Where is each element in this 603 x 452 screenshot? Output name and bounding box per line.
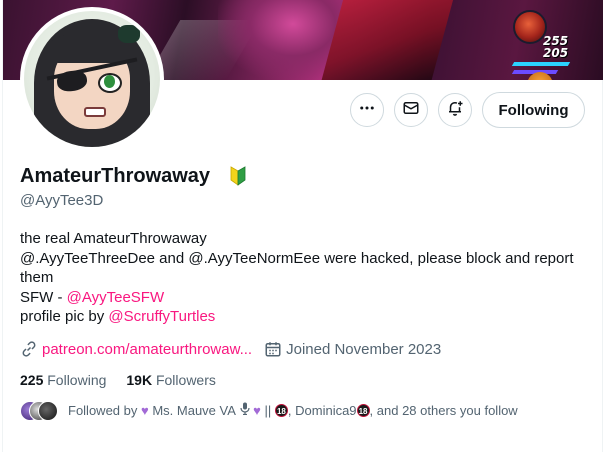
- link-icon: [20, 340, 38, 358]
- website-item: patreon.com/amateurthrowaw...: [20, 340, 252, 358]
- bio-line: profile pic by @ScruffyTurtles: [20, 307, 585, 327]
- microphone-icon: [239, 402, 250, 418]
- hud-bar: [511, 62, 571, 66]
- more-button[interactable]: [350, 93, 384, 127]
- mention-link-artist[interactable]: @ScruffyTurtles: [108, 308, 215, 325]
- following-count: 225: [20, 372, 44, 388]
- followers-count: 19K: [126, 372, 153, 388]
- follower-avatars: [20, 401, 60, 421]
- mention-link-sfw[interactable]: @AyyTeeSFW: [67, 289, 164, 306]
- more-icon: [358, 99, 376, 122]
- followed-by-user: Ms. Mauve VA: [152, 402, 236, 418]
- bio-text: profile pic by: [20, 308, 109, 325]
- website-link[interactable]: patreon.com/amateurthrowaw...: [42, 341, 252, 358]
- notifications-button[interactable]: [438, 93, 472, 127]
- followers-count-link[interactable]: 19K Followers: [126, 372, 215, 388]
- follow-counts: 225 Following 19K Followers: [20, 372, 236, 388]
- profile-avatar[interactable]: [20, 7, 164, 151]
- followed-by-suffix: , and 28 others you follow: [369, 402, 518, 418]
- joined-date: Joined November 2023: [286, 340, 442, 358]
- bell-plus-icon: [446, 99, 464, 122]
- purple-heart-icon: ♥: [141, 402, 149, 418]
- profile-bio: the real AmateurThrowaway @.AyyTeeThreeD…: [20, 229, 585, 327]
- banner-art: [320, 0, 456, 80]
- bio-line: the real AmateurThrowaway: [20, 230, 207, 247]
- hud-value: 205: [543, 46, 569, 60]
- age-restriction-icon: 18: [356, 403, 370, 417]
- followed-by-row[interactable]: Followed by ♥ Ms. Mauve VA ♥ || 18, Domi…: [20, 401, 518, 421]
- following-count-link[interactable]: 225 Following: [20, 372, 106, 388]
- avatar-image: [24, 11, 160, 147]
- envelope-icon: [402, 99, 420, 122]
- bio-text: SFW -: [20, 288, 67, 306]
- calendar-icon: [264, 340, 282, 358]
- following-count-label: Following: [47, 372, 107, 388]
- bio-line: @.AyyTeeThreeDee and @.AyyTeeNormEee wer…: [20, 249, 574, 287]
- followed-by-user: Dominica9: [295, 402, 357, 418]
- bio-line: SFW - @AyyTeeSFW: [20, 288, 585, 308]
- joined-item: Joined November 2023: [264, 340, 441, 358]
- avatar: [38, 401, 58, 421]
- display-name: AmateurThrowaway: [20, 165, 211, 187]
- banner-game-hud: 255 205: [511, 8, 583, 80]
- profile-handle: @AyyTee3D: [20, 192, 104, 209]
- message-button[interactable]: [394, 93, 428, 127]
- followers-count-label: Followers: [155, 372, 216, 388]
- following-button[interactable]: Following: [482, 92, 585, 128]
- age-restriction-icon: 18: [274, 403, 288, 417]
- beginner-symbol-icon: [228, 165, 248, 187]
- profile-meta: patreon.com/amateurthrowaw... Joined Nov…: [20, 340, 453, 358]
- followed-by-prefix: Followed by: [68, 402, 138, 418]
- purple-heart-icon: ♥: [253, 402, 261, 418]
- name-separator: ||: [264, 402, 272, 418]
- hud-portrait: [513, 10, 547, 44]
